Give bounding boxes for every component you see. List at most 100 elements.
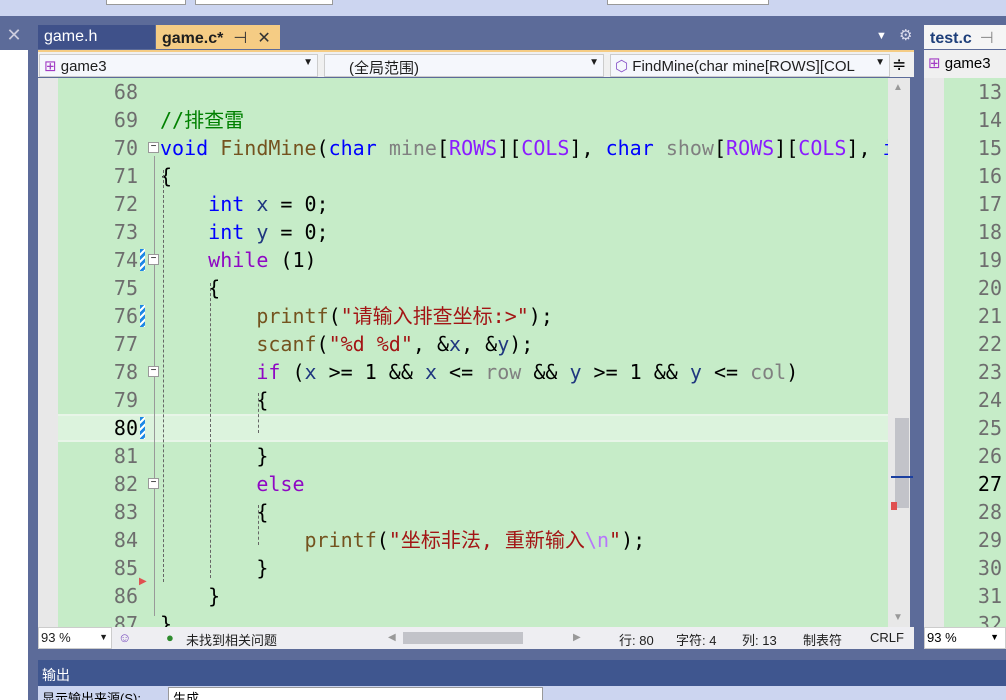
tab-dropdown-icon[interactable]: ▼ (876, 30, 887, 42)
code-line[interactable]: 84 printf("坐标非法, 重新输入\n"); (58, 526, 888, 554)
close-icon[interactable]: ✕ (0, 25, 28, 50)
scroll-right-icon[interactable]: ▶ (573, 632, 581, 643)
line-number: 70 (113, 136, 138, 160)
code-token: if (256, 360, 281, 384)
char-indicator[interactable]: 字符: 4 (676, 630, 716, 649)
code-token: >= 1 && (581, 360, 690, 384)
code-line[interactable]: 77 scanf("%d %d", &x, &y); (58, 330, 888, 358)
code-token: , & (412, 332, 450, 356)
code-text: void FindMine(char mine[ROWS][COLS], cha… (160, 134, 888, 162)
line-indicator[interactable]: 行: 80 (619, 630, 654, 649)
right-zoom-dropdown[interactable]: 93 % ▼ (924, 627, 1006, 649)
code-line[interactable]: 72 int x = 0; (58, 190, 888, 218)
code-token: ( (316, 332, 329, 356)
right-editor[interactable]: ⊞ game3 13 14 15 16 17 18 19 20 21 22 23 24 25 26 27 28… (924, 50, 1006, 627)
zoom-dropdown[interactable]: 93 % ▼ (38, 627, 112, 649)
close-icon[interactable]: ✕ (257, 30, 270, 47)
chevron-down-icon: ▼ (589, 57, 599, 68)
ai-icon[interactable]: ☺ (118, 630, 131, 645)
code-line[interactable]: 69 //排查雷 (58, 106, 888, 134)
check-icon: ● (166, 630, 174, 645)
code-line[interactable]: 81 } (58, 442, 888, 470)
line-number: 80 (113, 416, 138, 440)
tab-game-h[interactable]: game.h (38, 25, 155, 49)
tabs-indicator[interactable]: 制表符 (803, 630, 842, 649)
scope-dropdown[interactable]: (全局范围) ▼ (324, 54, 604, 77)
change-marker (140, 305, 145, 327)
code-token: <= (701, 360, 751, 384)
line-number: 28 (977, 500, 1002, 524)
toolbar-combo[interactable] (106, 0, 186, 5)
pin-icon[interactable]: ⊣ (233, 30, 247, 47)
code-line[interactable]: 85 } (58, 554, 888, 582)
code-token: { (160, 164, 173, 188)
collapse-icon[interactable]: − (148, 478, 159, 489)
scroll-up-icon[interactable]: ▲ (893, 82, 903, 93)
horizontal-scroll-thumb[interactable] (403, 632, 523, 644)
issues-status[interactable]: 未找到相关问题 (186, 630, 277, 649)
code-line[interactable]: 70 void FindMine(char mine[ROWS][COLS], c… (58, 134, 888, 162)
code-token: "请输入排查坐标:>" (340, 304, 529, 328)
code-line[interactable]: 86 } (58, 582, 888, 610)
code-token: mine (388, 136, 437, 160)
code-line[interactable]: 73 int y = 0; (58, 218, 888, 246)
vertical-scrollbar[interactable]: ▲ ▼ (888, 78, 913, 627)
split-icon[interactable]: ≑ (892, 55, 906, 75)
code-token: y (689, 360, 702, 384)
scroll-left-icon[interactable]: ◀ (388, 632, 396, 643)
code-line[interactable]: 87} (58, 610, 888, 627)
code-line[interactable]: 82 else (58, 470, 888, 498)
chevron-down-icon: ▼ (303, 57, 313, 68)
project-dropdown[interactable]: ⊞ game3 ▼ (39, 54, 318, 77)
code-line[interactable]: 68 (58, 78, 888, 106)
fold-line (154, 156, 155, 616)
code-line[interactable]: 76 printf("请输入排查坐标:>"); (58, 302, 888, 330)
line-number: 14 (977, 108, 1002, 132)
collapse-icon[interactable]: − (148, 142, 159, 153)
code-line[interactable]: 74 while (1) (58, 246, 888, 274)
code-line[interactable]: 78 if (x >= 1 && x <= row && y >= 1 && y… (58, 358, 888, 386)
source-dropdown[interactable]: 生成 (168, 687, 543, 700)
line-number: 22 (977, 332, 1002, 356)
tab-test-c[interactable]: test.c ⊣ (924, 25, 1006, 49)
search-box[interactable] (607, 0, 769, 5)
code-line[interactable]: 79 { (58, 386, 888, 414)
line-number: 83 (113, 500, 138, 524)
code-line[interactable]: 71 { (58, 162, 888, 190)
navigation-bar: ⊞ game3 ▼ (全局范围) ▼ ⬡ FindMine(char mine[RO… (38, 50, 914, 77)
code-token: [ (436, 136, 450, 160)
line-number: 76 (113, 304, 138, 328)
scroll-down-icon[interactable]: ▼ (893, 612, 903, 623)
code-token: ); (528, 304, 553, 328)
code-token: printf (256, 304, 329, 328)
code-line[interactable]: 83 { (58, 498, 888, 526)
code-line[interactable]: 80 (58, 414, 888, 442)
code-text: { (160, 498, 268, 526)
pin-icon[interactable]: ⊣ (980, 30, 994, 47)
gear-icon[interactable]: ⚙ (899, 26, 912, 44)
code-token: else (256, 472, 305, 496)
collapse-icon[interactable]: − (148, 366, 159, 377)
code-token: while (208, 248, 269, 272)
col-indicator[interactable]: 列: 13 (742, 630, 777, 649)
project-dropdown[interactable]: ⊞ game3 (924, 50, 1006, 78)
code-editor[interactable]: 68 69//排查雷 70 void FindMine(char mine[ROWS]… (38, 78, 888, 627)
code-token: = 0; (268, 220, 329, 244)
scroll-thumb[interactable] (895, 418, 909, 508)
member-dropdown[interactable]: ⬡ FindMine(char mine[ROWS][COL ▼ (610, 54, 890, 77)
code-token: COLS (798, 136, 847, 160)
eol-indicator[interactable]: CRLF (870, 630, 904, 645)
line-number: 21 (977, 304, 1002, 328)
change-marker (140, 417, 145, 439)
code-line[interactable]: 75 { (58, 274, 888, 302)
code-token: ( (316, 136, 329, 160)
toolbar-combo[interactable] (195, 0, 333, 5)
tab-game-c[interactable]: game.c* ⊣ ✕ (156, 25, 280, 49)
collapse-icon[interactable]: − (148, 254, 159, 265)
status-bar: 93 % ▼ ☺ ● 未找到相关问题 ◀ ▶ 行: 80 字符: 4 列: 13 … (38, 627, 914, 649)
